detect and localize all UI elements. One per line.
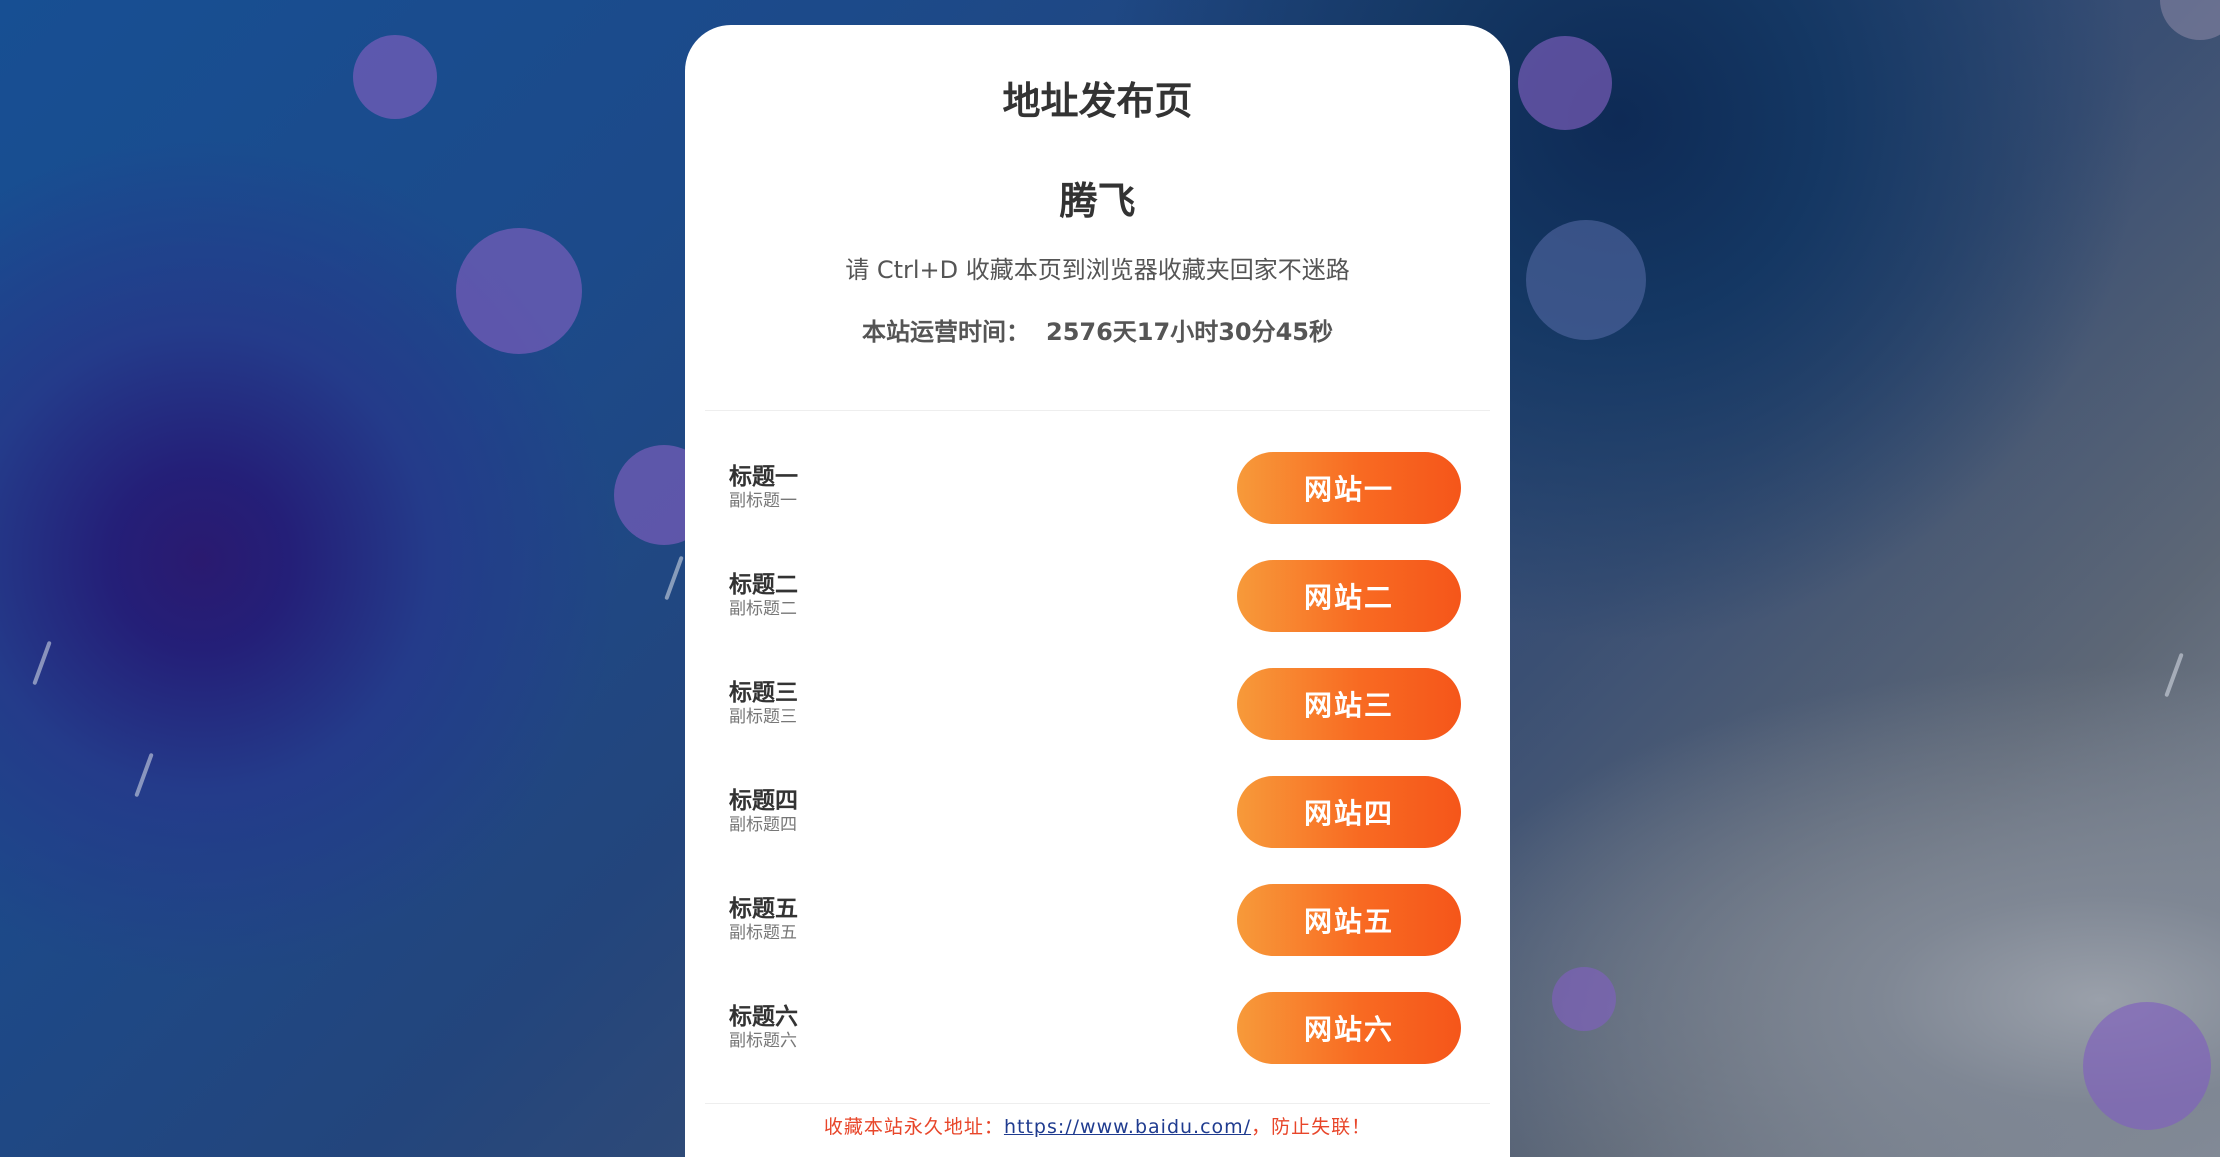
link-title: 标题二 bbox=[729, 572, 798, 598]
background-bubble bbox=[2160, 0, 2220, 40]
background-streak bbox=[134, 752, 154, 798]
link-row: 标题三 副标题三 网站三 bbox=[685, 668, 1510, 740]
background-bubble bbox=[1526, 220, 1646, 340]
link-text: 标题一 副标题一 bbox=[729, 463, 798, 511]
link-text: 标题二 副标题二 bbox=[729, 571, 798, 619]
site-button-2[interactable]: 网站二 bbox=[1237, 560, 1461, 632]
background-bubble bbox=[1518, 36, 1612, 130]
background-streak bbox=[32, 640, 52, 686]
link-subtitle: 副标题三 bbox=[729, 707, 797, 727]
site-button-3[interactable]: 网站三 bbox=[1237, 668, 1461, 740]
site-button-4[interactable]: 网站四 bbox=[1237, 776, 1461, 848]
site-button-6[interactable]: 网站六 bbox=[1237, 992, 1461, 1064]
link-row: 标题二 副标题二 网站二 bbox=[685, 560, 1510, 632]
link-title: 标题三 bbox=[729, 680, 798, 706]
site-name: 腾飞 bbox=[1059, 179, 1136, 223]
footer-prefix: 收藏本站永久地址： bbox=[823, 1116, 1004, 1138]
background-bubble bbox=[1552, 967, 1616, 1031]
link-text: 标题五 副标题五 bbox=[729, 895, 798, 943]
footer-permanent-address: 收藏本站永久地址：https://www.baidu.com/，防止失联！ bbox=[685, 1112, 1510, 1139]
runtime-label: 本站运营时间： bbox=[862, 318, 1030, 346]
link-subtitle: 副标题一 bbox=[729, 491, 797, 511]
link-title: 标题六 bbox=[729, 1004, 798, 1030]
link-title: 标题五 bbox=[729, 896, 798, 922]
link-row: 标题五 副标题五 网站五 bbox=[685, 884, 1510, 956]
background-bubble bbox=[2083, 1002, 2211, 1130]
runtime-line: 本站运营时间： 2576天17小时30分45秒 bbox=[685, 312, 1510, 347]
background-streak bbox=[664, 555, 684, 601]
site-button-5[interactable]: 网站五 bbox=[1237, 884, 1461, 956]
background-streak bbox=[2164, 652, 2184, 698]
link-text: 标题三 副标题三 bbox=[729, 679, 798, 727]
address-card: 地址发布页 腾飞 请 Ctrl+D 收藏本页到浏览器收藏夹回家不迷路 本站运营时… bbox=[685, 25, 1510, 1175]
link-subtitle: 副标题六 bbox=[729, 1031, 797, 1051]
site-button-1[interactable]: 网站一 bbox=[1237, 452, 1461, 524]
link-subtitle: 副标题四 bbox=[729, 815, 797, 835]
page-title: 地址发布页 bbox=[1002, 79, 1193, 123]
runtime-value: 2576天17小时30分45秒 bbox=[1046, 318, 1333, 346]
link-row: 标题一 副标题一 网站一 bbox=[685, 452, 1510, 524]
link-subtitle: 副标题二 bbox=[729, 599, 797, 619]
footer-suffix: ，防止失联！ bbox=[1251, 1116, 1372, 1138]
background-bubble bbox=[353, 35, 437, 119]
footer-url-link[interactable]: https://www.baidu.com/ bbox=[1004, 1116, 1251, 1138]
link-subtitle: 副标题五 bbox=[729, 923, 797, 943]
link-text: 标题四 副标题四 bbox=[729, 787, 798, 835]
background-bubble bbox=[456, 228, 582, 354]
divider bbox=[705, 1103, 1490, 1104]
bookmark-hint: 请 Ctrl+D 收藏本页到浏览器收藏夹回家不迷路 bbox=[845, 256, 1350, 284]
link-text: 标题六 副标题六 bbox=[729, 1003, 798, 1051]
link-title: 标题一 bbox=[729, 464, 798, 490]
link-title: 标题四 bbox=[729, 788, 798, 814]
link-row: 标题六 副标题六 网站六 bbox=[685, 992, 1510, 1064]
link-row: 标题四 副标题四 网站四 bbox=[685, 776, 1510, 848]
divider bbox=[705, 410, 1490, 411]
